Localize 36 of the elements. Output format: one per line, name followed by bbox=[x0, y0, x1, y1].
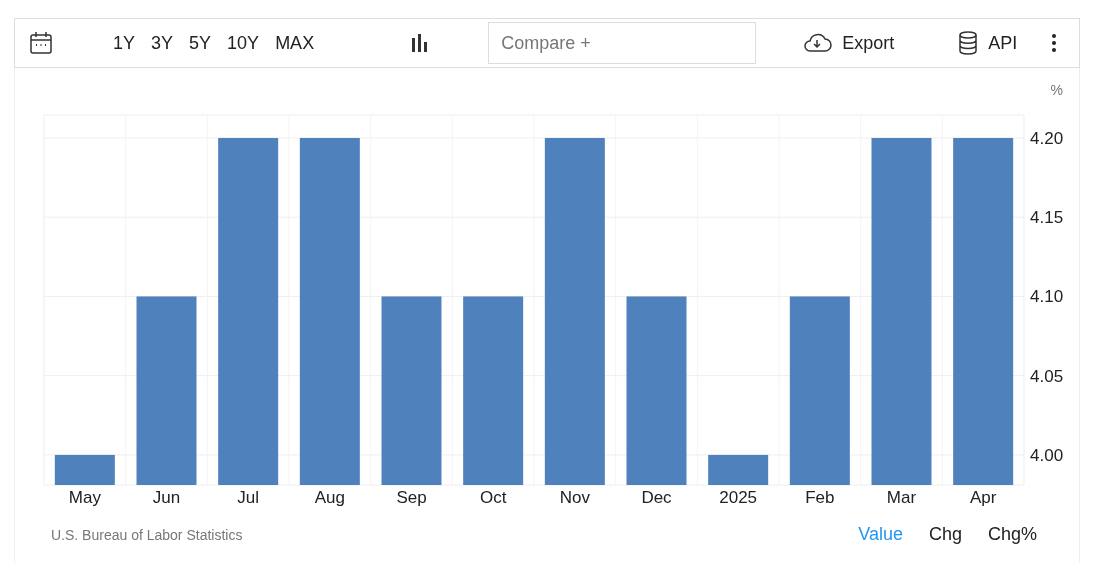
y-tick-label: 4.00 bbox=[1030, 445, 1064, 465]
x-tick-label: Oct bbox=[479, 488, 507, 507]
y-tick-label: 4.15 bbox=[1030, 208, 1064, 228]
range-button[interactable]: 3Y bbox=[145, 32, 180, 54]
x-tick-label: Apr bbox=[969, 488, 997, 507]
range-button[interactable]: 10Y bbox=[221, 32, 266, 54]
more-icon[interactable] bbox=[1051, 33, 1057, 53]
x-tick-label: Sep bbox=[396, 488, 427, 507]
calendar-icon[interactable] bbox=[29, 31, 53, 55]
bar-chart-icon[interactable] bbox=[410, 34, 429, 52]
y-tick-label: 4.20 bbox=[1030, 129, 1064, 148]
bar bbox=[54, 454, 115, 485]
database-icon bbox=[958, 31, 979, 55]
range-button[interactable]: 1Y bbox=[107, 32, 142, 54]
x-tick-label: May bbox=[68, 488, 101, 507]
x-tick-label: 2025 bbox=[719, 488, 758, 507]
x-tick-label: Jul bbox=[237, 488, 260, 507]
range-button[interactable]: 5Y bbox=[183, 32, 218, 54]
compare-field[interactable]: Compare + bbox=[488, 22, 757, 64]
bar bbox=[708, 454, 769, 485]
view-toggle[interactable]: Chg bbox=[920, 524, 970, 545]
y-tick-label: 4.05 bbox=[1030, 366, 1064, 386]
cloud-download-icon bbox=[802, 32, 833, 54]
x-tick-label: Dec bbox=[641, 488, 672, 507]
source-text: U.S. Bureau of Labor Statistics bbox=[51, 526, 243, 543]
x-tick-label: Jun bbox=[152, 488, 181, 507]
x-tick-label: Feb bbox=[805, 488, 835, 507]
x-tick-label: Mar bbox=[886, 488, 917, 507]
range-button[interactable]: MAX bbox=[269, 32, 321, 54]
unit-label: % bbox=[1050, 82, 1063, 98]
y-tick-label: 4.10 bbox=[1030, 287, 1064, 307]
view-toggle[interactable]: Chg% bbox=[979, 524, 1045, 545]
api-button[interactable]: API bbox=[952, 30, 1024, 56]
x-tick-label: Aug bbox=[314, 488, 345, 507]
x-tick-label: Nov bbox=[559, 488, 590, 507]
export-button[interactable]: Export bbox=[796, 31, 901, 55]
